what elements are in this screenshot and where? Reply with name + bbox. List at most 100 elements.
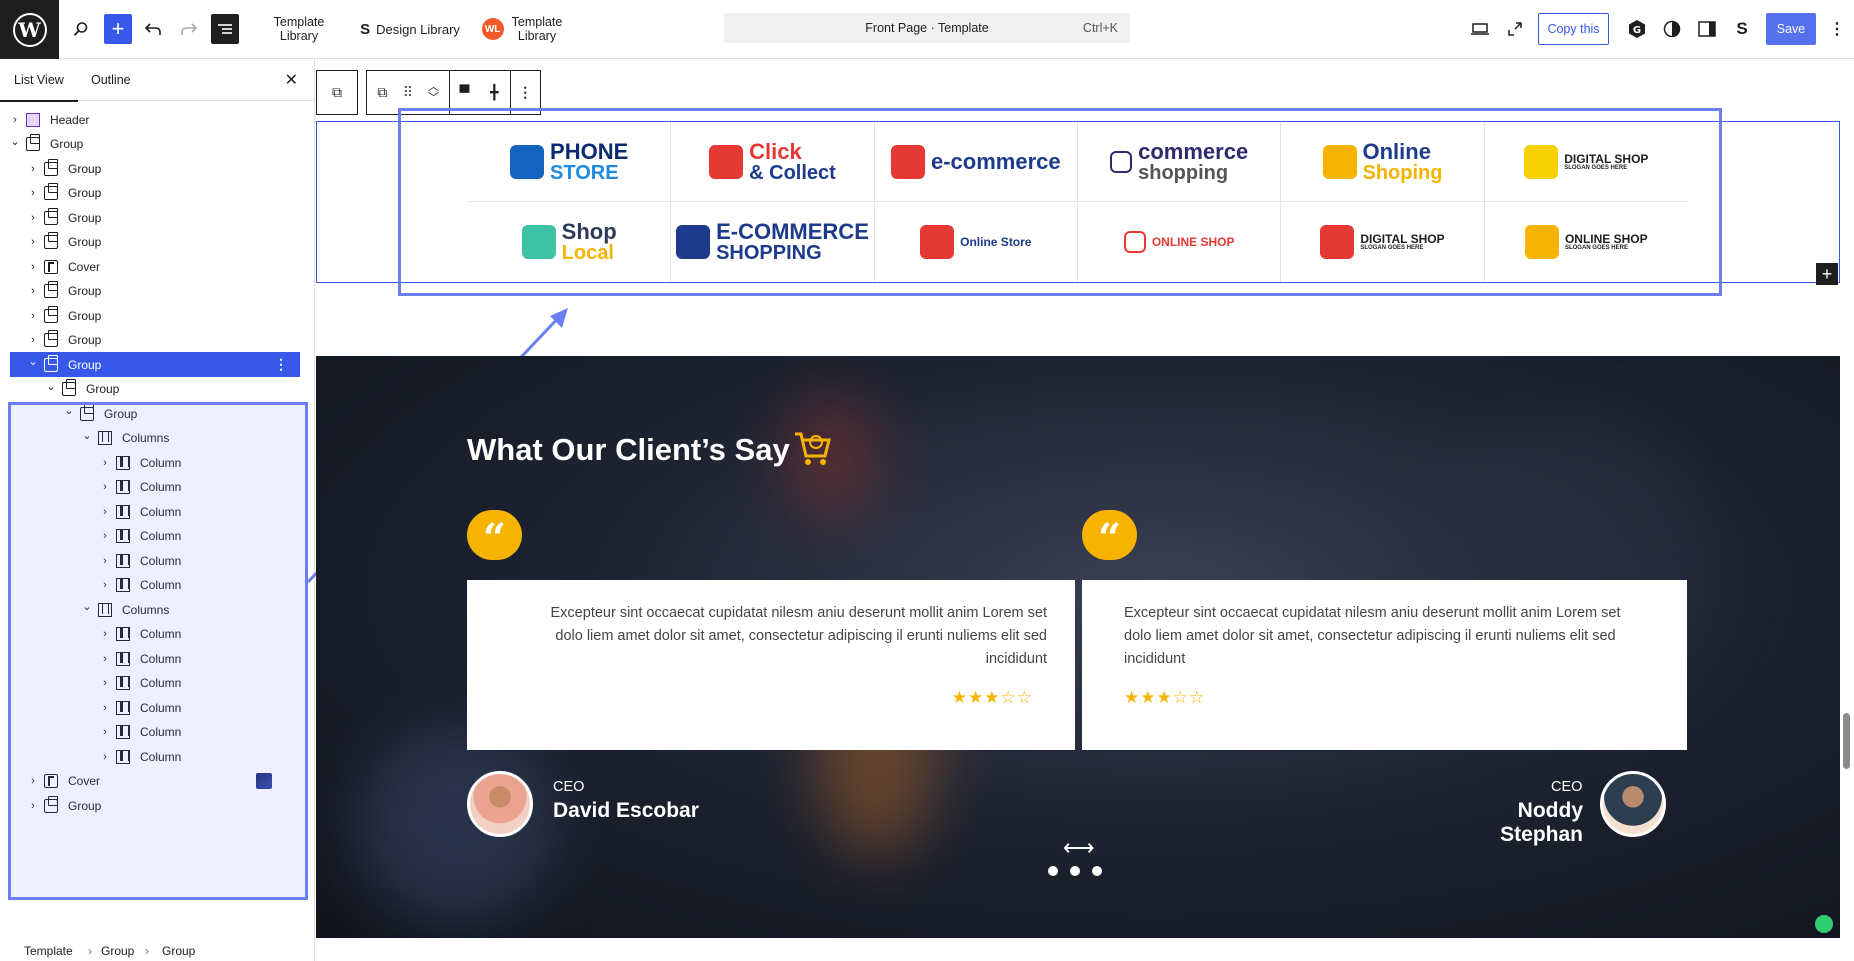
chevron-right-icon[interactable]: › <box>26 261 40 273</box>
cover-block-icon <box>44 259 58 274</box>
breadcrumb-separator-icon: › <box>145 944 149 958</box>
group-block-icon <box>44 281 58 298</box>
chevron-right-icon[interactable]: › <box>26 187 40 199</box>
avatar <box>1600 771 1666 837</box>
list-item[interactable]: › Group <box>0 230 300 255</box>
list-item-label: Group <box>68 186 102 200</box>
template-library-line2: Library <box>279 29 319 43</box>
search-icon[interactable] <box>66 14 96 44</box>
list-item[interactable]: › Group <box>0 156 300 181</box>
copy-this-button[interactable]: Copy this <box>1538 13 1609 45</box>
drag-handle-icon[interactable]: ⠿ <box>397 84 418 101</box>
options-kebab-icon[interactable]: ⋮ <box>274 356 288 373</box>
chevron-down-icon[interactable]: ⌄ <box>26 355 40 368</box>
background-glow <box>356 726 556 926</box>
group-block-icon <box>44 158 58 176</box>
list-item-label: Group <box>68 357 102 372</box>
list-item[interactable]: › Group <box>0 328 300 353</box>
list-item-label: Group <box>68 235 102 249</box>
list-item[interactable]: › Group <box>0 181 300 206</box>
group-block-icon[interactable]: ⧉ <box>367 84 397 101</box>
breadcrumb-group-2[interactable]: Group <box>162 944 195 958</box>
breadcrumb-template[interactable]: Template <box>24 944 73 958</box>
selected-tree-highlight <box>8 402 308 900</box>
chevron-right-icon[interactable]: › <box>26 285 40 297</box>
list-item-label: Group <box>68 308 102 323</box>
list-item[interactable]: › Group <box>0 205 300 230</box>
sidebar-tabs: List View Outline ✕ <box>0 59 314 102</box>
design-library-s-icon[interactable]: S <box>1727 14 1757 44</box>
list-item[interactable]: ⌄ Group <box>0 132 300 157</box>
chevron-down-icon[interactable]: ⌄ <box>44 380 58 393</box>
add-block-inline-button[interactable]: + <box>1816 263 1838 285</box>
testimonial-text: Excepteur sint occaecat cupidatat nilesm… <box>550 605 1047 667</box>
tab-outline[interactable]: Outline <box>91 73 131 87</box>
copy-this-label: Copy this <box>1547 22 1600 36</box>
list-item[interactable]: › Cover <box>0 254 300 279</box>
status-indicator-icon[interactable] <box>1815 915 1833 933</box>
avatar <box>467 771 533 837</box>
block-type-button[interactable]: ⧉ <box>316 70 358 115</box>
list-item-label: Cover <box>68 259 101 274</box>
design-library-button[interactable]: S Design Library <box>360 14 460 44</box>
desktop-preview-icon[interactable] <box>1465 14 1495 44</box>
chevron-right-icon[interactable]: › <box>26 212 40 224</box>
group-block-icon <box>44 207 58 225</box>
wl-logo-icon: WL <box>481 18 504 40</box>
close-icon[interactable]: ✕ <box>285 70 298 90</box>
slider-dot[interactable] <box>1048 866 1058 876</box>
group-block-icon <box>44 305 58 323</box>
resize-handle-icon[interactable]: ⟷ <box>1063 835 1095 861</box>
testimonial-text: Excepteur sint occaecat cupidatat nilesm… <box>1124 605 1621 667</box>
list-item-label: Group <box>86 382 120 396</box>
wl-library-line1: Template <box>511 15 563 29</box>
chevron-right-icon[interactable]: › <box>26 236 40 248</box>
chevron-down-icon[interactable]: ⌄ <box>8 135 22 148</box>
wl-library-line2: Library <box>517 29 557 43</box>
document-overview-button[interactable] <box>211 14 239 44</box>
canvas-scrollbar[interactable] <box>1840 59 1854 961</box>
editor-top-toolbar: W + Template Library S Design Library WL … <box>0 0 1854 59</box>
document-title: Front Page · Template <box>865 21 989 35</box>
chevron-right-icon[interactable]: › <box>8 114 22 126</box>
list-item-label: Group <box>68 284 102 298</box>
breadcrumb-group-1[interactable]: Group <box>101 944 134 958</box>
list-item[interactable]: › Group <box>0 279 300 304</box>
options-kebab-icon[interactable]: ⋮ <box>1822 14 1852 44</box>
undo-icon[interactable] <box>138 14 168 44</box>
wordpress-logo-button[interactable]: W <box>0 0 59 59</box>
template-library-button[interactable]: Template Library <box>263 14 335 44</box>
list-item[interactable]: ⌄ Group ⋮ <box>10 352 300 377</box>
shopping-cart-icon <box>792 428 832 477</box>
design-library-icon: S <box>360 20 371 38</box>
plugin-hexagon-icon[interactable]: G <box>1622 14 1652 44</box>
slider-dot[interactable] <box>1070 866 1080 876</box>
chevron-right-icon[interactable]: › <box>26 334 40 346</box>
list-item[interactable]: ⌄ Group <box>0 377 300 402</box>
tab-list-view[interactable]: List View <box>0 73 78 102</box>
quote-icon: “ <box>1082 510 1137 562</box>
chevron-right-icon[interactable]: › <box>26 310 40 322</box>
group-block-icon <box>44 330 58 347</box>
save-button[interactable]: Save <box>1766 13 1816 45</box>
view-external-icon[interactable] <box>1500 14 1530 44</box>
list-item-label: Group <box>68 333 102 347</box>
slider-dot[interactable] <box>1092 866 1102 876</box>
group-block-icon <box>62 379 76 396</box>
add-block-button[interactable]: + <box>104 14 132 44</box>
wl-template-library-button[interactable]: WL Template Library <box>472 14 572 44</box>
chevron-right-icon[interactable]: › <box>26 163 40 175</box>
redo-icon[interactable] <box>174 14 204 44</box>
settings-sidebar-icon[interactable] <box>1692 14 1722 44</box>
scrollbar-thumb[interactable] <box>1843 713 1850 769</box>
command-palette-bar[interactable]: Front Page · Template Ctrl+K <box>724 13 1130 43</box>
list-item[interactable]: › Header <box>0 107 300 132</box>
list-item[interactable]: › Group <box>0 303 300 328</box>
move-up-down-icon[interactable]: ︿ ﹀ <box>418 81 448 104</box>
rating-stars: ★★★☆☆ <box>951 688 1033 707</box>
selected-block-highlight <box>398 108 1722 296</box>
group-block-icon <box>44 354 58 372</box>
styles-contrast-icon[interactable] <box>1657 14 1687 44</box>
testimonials-title: What Our Client’s Say <box>467 432 790 467</box>
svg-text:G: G <box>1633 25 1641 36</box>
